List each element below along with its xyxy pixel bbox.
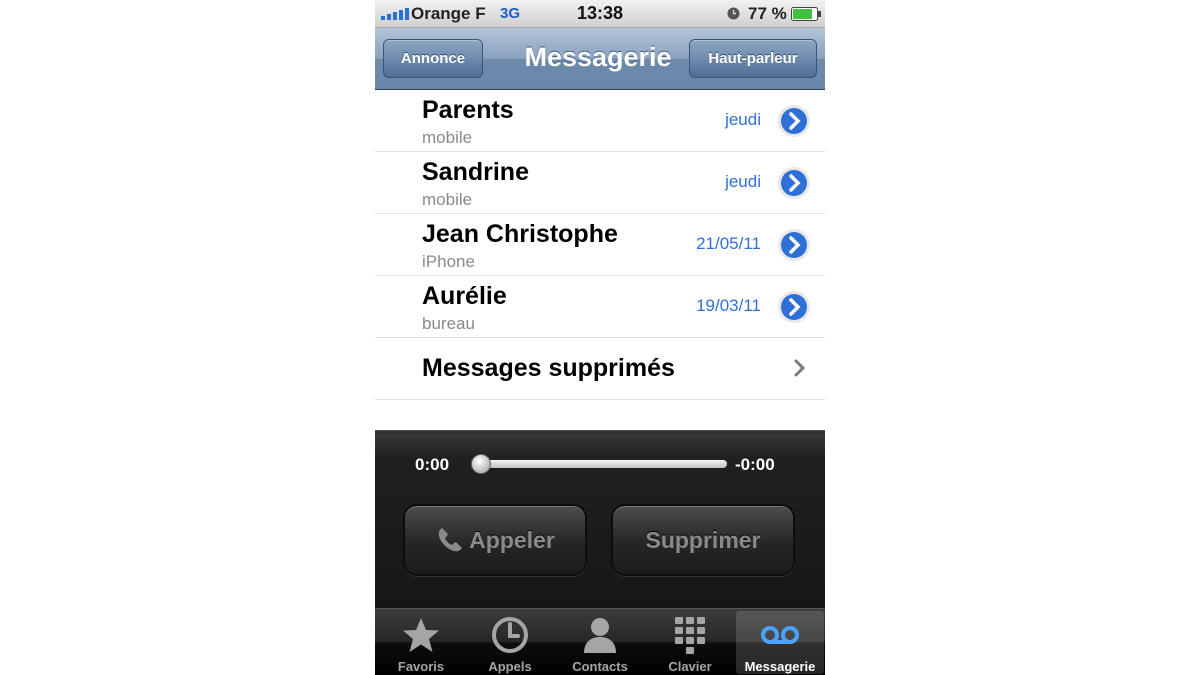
tab-appels[interactable]: Appels <box>466 611 554 674</box>
keypad-icon <box>675 617 705 654</box>
remaining-time: -0:00 <box>735 455 775 474</box>
tab-label: Favoris <box>397 659 445 674</box>
voicemail-row-sandrine[interactable]: Sandrine mobile jeudi <box>375 152 825 214</box>
battery-icon <box>791 7 821 21</box>
clock-icon <box>492 617 528 653</box>
tab-contacts[interactable]: Contacts <box>556 611 644 674</box>
network-type: 3G <box>500 5 521 22</box>
message-date: 21/05/11 <box>696 234 761 253</box>
voicemail-row-parents[interactable]: Parents mobile jeudi <box>375 90 825 152</box>
chevron-right-icon <box>794 359 806 377</box>
contact-name: Sandrine <box>422 158 529 186</box>
detail-disclosure-icon[interactable] <box>777 166 811 200</box>
call-button-label: Appeler <box>469 526 555 553</box>
phone-screen: Orange F 3G 13:38 77 % Annonce Messageri… <box>375 0 825 675</box>
star-icon <box>403 618 439 652</box>
detail-disclosure-icon[interactable] <box>777 228 811 262</box>
scrubber-handle[interactable] <box>471 454 491 474</box>
voicemail-row-aurelie[interactable]: Aurélie bureau 19/03/11 <box>375 276 825 338</box>
tab-label: Contacts <box>572 659 628 674</box>
tab-label: Appels <box>488 659 532 674</box>
playback-panel: 0:00 -0:00 Appeler Supprimer <box>375 430 825 608</box>
tab-bar: Favoris Appels Contacts Clavier Messager… <box>375 608 825 675</box>
tab-favoris[interactable]: Favoris <box>377 611 465 674</box>
deleted-messages-label: Messages supprimés <box>422 354 675 382</box>
speaker-button[interactable]: Haut-parleur <box>689 39 817 78</box>
elapsed-time: 0:00 <box>415 455 450 474</box>
battery-percent: 77 % <box>748 4 787 23</box>
call-button[interactable]: Appeler <box>403 504 587 576</box>
status-bar: Orange F 3G 13:38 77 % <box>375 0 825 28</box>
phone-icon <box>438 528 463 552</box>
message-date: jeudi <box>725 110 761 129</box>
voicemail-icon <box>761 626 799 644</box>
carrier-name: Orange F <box>411 4 486 23</box>
clock-icon <box>727 7 740 20</box>
tab-label: Clavier <box>668 659 712 674</box>
detail-disclosure-icon[interactable] <box>777 290 811 324</box>
person-icon <box>584 618 616 653</box>
contact-name: Aurélie <box>422 282 507 310</box>
contact-number-type: mobile <box>422 128 473 147</box>
voicemail-row-jean-christophe[interactable]: Jean Christophe iPhone 21/05/11 <box>375 214 825 276</box>
signal-bars-icon <box>381 8 409 20</box>
tab-label: Messagerie <box>744 659 816 674</box>
contact-number-type: mobile <box>422 190 473 209</box>
voicemail-list: Parents mobile jeudi Sandrine mobile jeu… <box>375 90 825 400</box>
deleted-messages-row[interactable]: Messages supprimés <box>375 338 825 400</box>
tab-messagerie[interactable]: Messagerie <box>736 611 824 674</box>
message-date: 19/03/11 <box>696 296 761 315</box>
message-date: jeudi <box>725 172 761 191</box>
playback-scrubber[interactable] <box>479 460 727 468</box>
detail-disclosure-icon[interactable] <box>777 104 811 138</box>
tab-clavier[interactable]: Clavier <box>646 611 734 674</box>
delete-button-label: Supprimer <box>645 526 761 553</box>
contact-number-type: iPhone <box>422 252 475 271</box>
announce-button[interactable]: Annonce <box>383 39 483 78</box>
delete-button[interactable]: Supprimer <box>611 504 795 576</box>
navigation-bar: Annonce Messagerie Haut-parleur <box>375 28 825 90</box>
contact-number-type: bureau <box>422 314 475 333</box>
contact-name: Jean Christophe <box>422 220 618 248</box>
page-title: Messagerie <box>524 42 672 72</box>
contact-name: Parents <box>422 96 514 124</box>
status-time: 13:38 <box>576 3 624 23</box>
